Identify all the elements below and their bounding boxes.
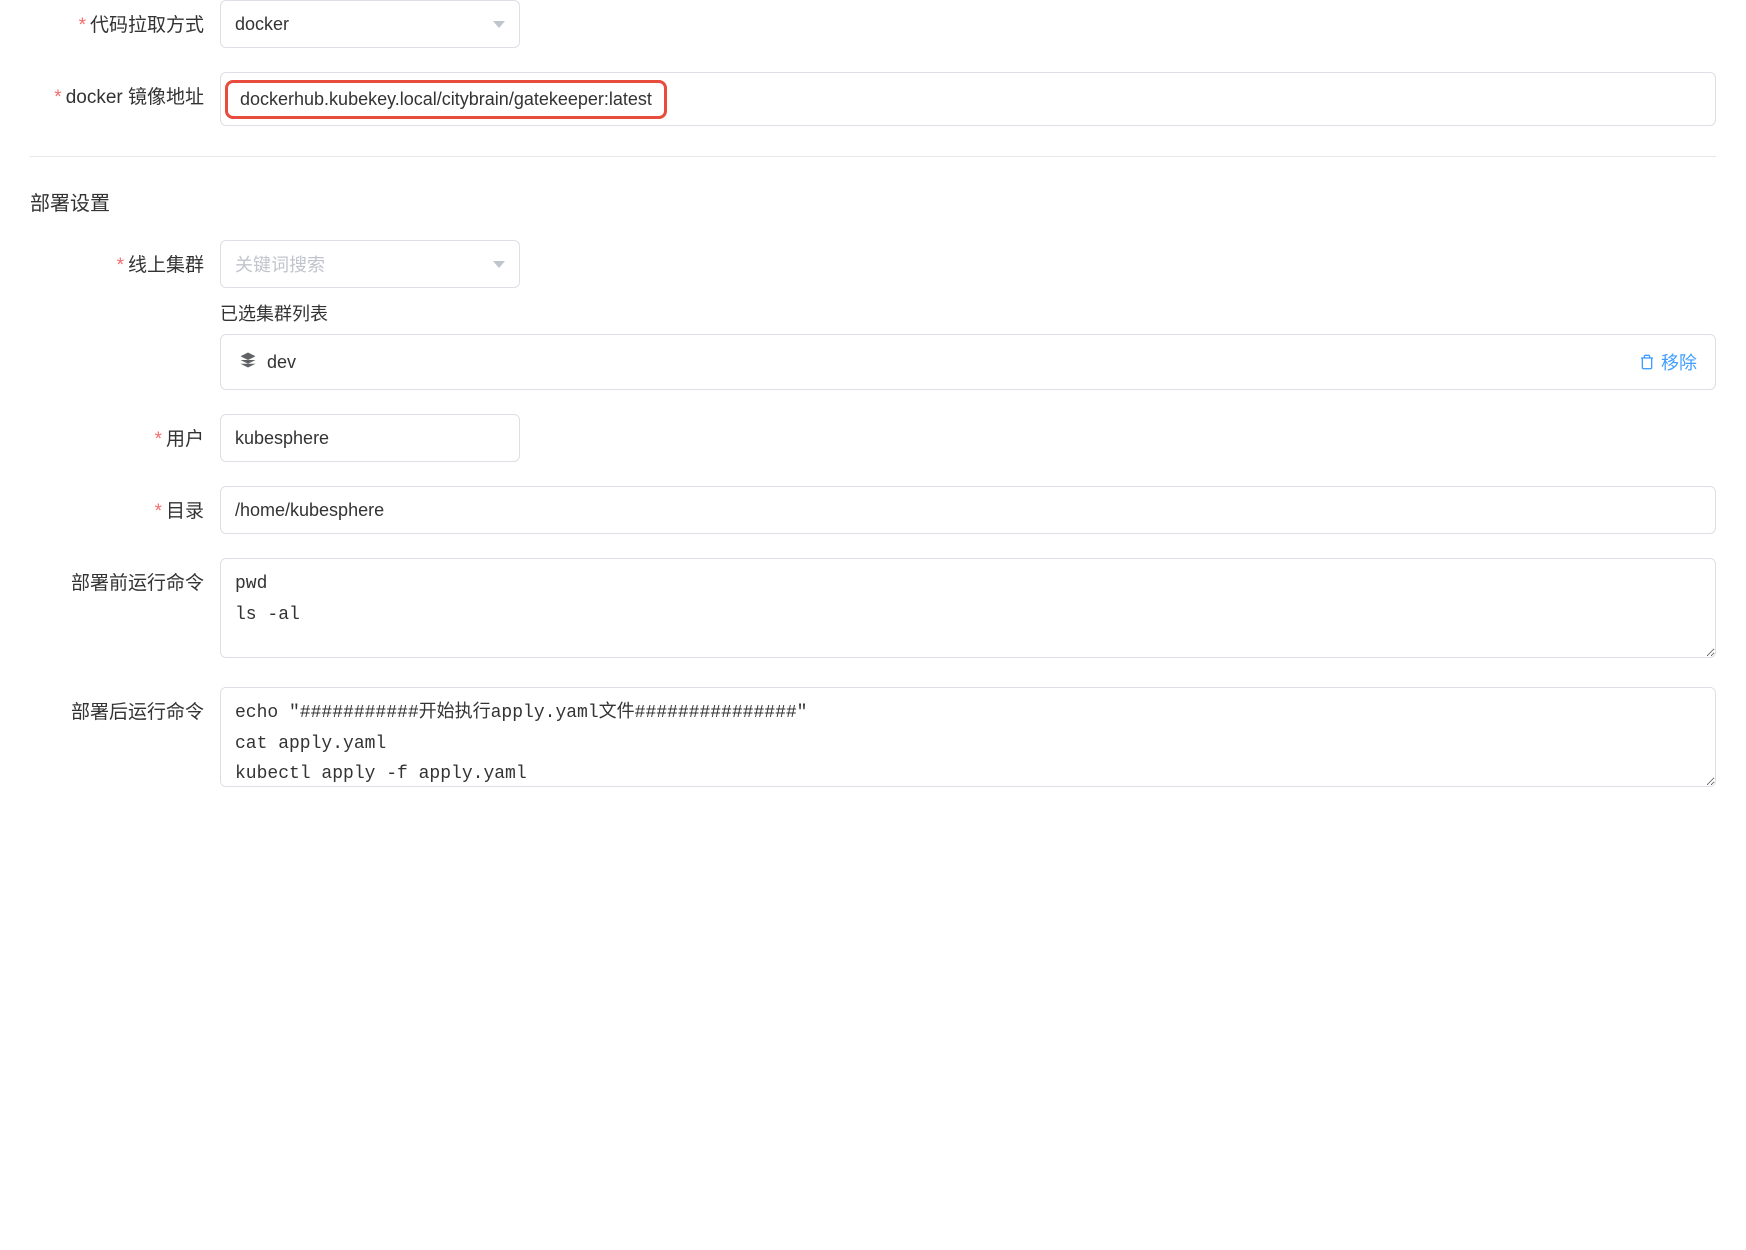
pre-deploy-label: 部署前运行命令: [30, 558, 220, 595]
docker-image-label-text: docker 镜像地址: [66, 87, 204, 108]
chevron-down-icon: [493, 261, 505, 268]
directory-input[interactable]: [220, 486, 1716, 534]
directory-label-text: 目录: [166, 501, 204, 522]
required-mark: *: [155, 429, 162, 450]
user-label: *用户: [30, 414, 220, 451]
deploy-section-title: 部署设置: [30, 187, 1716, 216]
docker-image-input-wrapper[interactable]: dockerhub.kubekey.local/citybrain/gateke…: [220, 72, 1716, 126]
trash-icon: [1639, 354, 1655, 370]
code-pull-value: docker: [235, 14, 289, 35]
code-pull-select[interactable]: docker: [220, 0, 520, 48]
cluster-item-content: dev: [239, 351, 296, 374]
cluster-search-select[interactable]: 关键词搜索: [220, 240, 520, 288]
cluster-item-name: dev: [267, 352, 296, 373]
selected-cluster-label: 已选集群列表: [220, 300, 1716, 326]
post-deploy-textarea[interactable]: echo "###########开始执行apply.yaml文件#######…: [220, 687, 1716, 787]
docker-image-label: *docker 镜像地址: [30, 72, 220, 109]
post-deploy-label: 部署后运行命令: [30, 687, 220, 724]
directory-label: *目录: [30, 486, 220, 523]
required-mark: *: [155, 501, 162, 522]
user-input[interactable]: [220, 414, 520, 462]
chevron-down-icon: [493, 21, 505, 28]
pre-deploy-label-text: 部署前运行命令: [71, 573, 204, 594]
section-divider: [30, 156, 1716, 157]
cluster-placeholder: 关键词搜索: [235, 251, 325, 277]
cluster-label-text: 线上集群: [128, 255, 204, 276]
code-pull-label-text: 代码拉取方式: [90, 15, 204, 36]
required-mark: *: [79, 15, 86, 36]
user-label-text: 用户: [166, 429, 204, 450]
pre-deploy-textarea[interactable]: pwd ls -al: [220, 558, 1716, 658]
cluster-list-item: dev 移除: [220, 334, 1716, 390]
required-mark: *: [117, 255, 124, 276]
required-mark: *: [54, 87, 61, 108]
cluster-label: *线上集群: [30, 240, 220, 277]
remove-cluster-button[interactable]: 移除: [1639, 349, 1697, 375]
remove-label: 移除: [1661, 349, 1697, 375]
code-pull-label: *代码拉取方式: [30, 0, 220, 37]
layers-icon: [239, 351, 257, 374]
post-deploy-label-text: 部署后运行命令: [71, 702, 204, 723]
docker-image-highlighted: dockerhub.kubekey.local/citybrain/gateke…: [225, 80, 667, 119]
